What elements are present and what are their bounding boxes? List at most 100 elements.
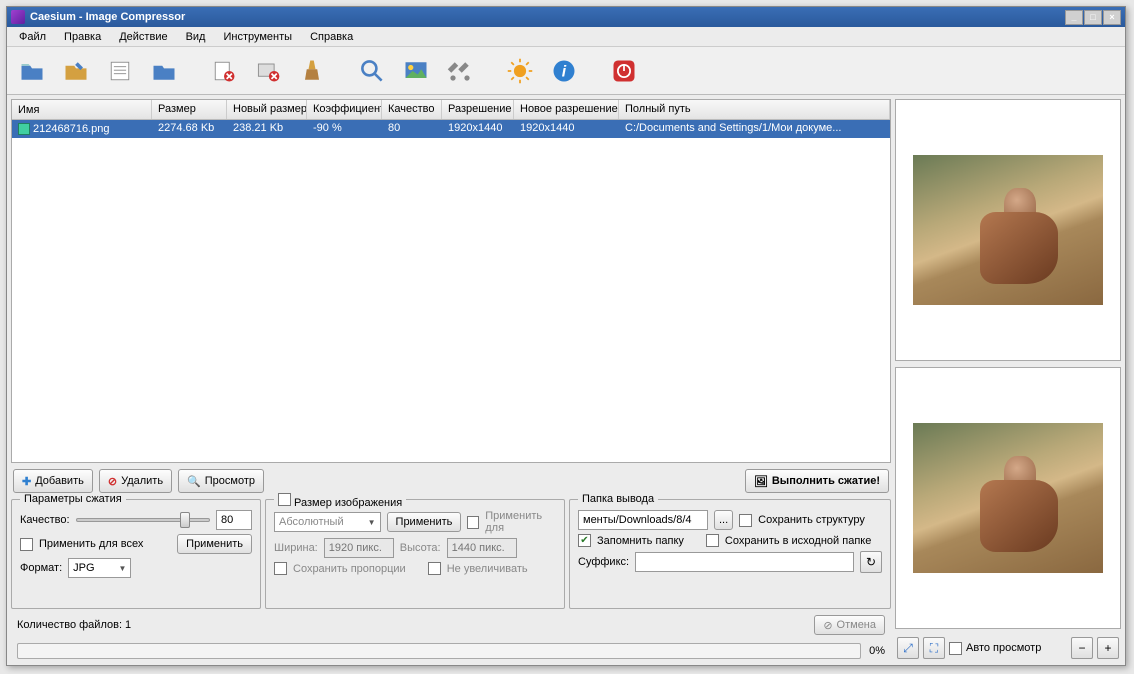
apply-quality-button[interactable]: Применить (177, 534, 252, 554)
file-table: Имя Размер Новый размер Коэффициент Каче… (11, 99, 891, 463)
no-enlarge-label: Не увеличивать (447, 563, 528, 575)
app-icon (11, 10, 25, 24)
th-newsize[interactable]: Новый размер (227, 100, 307, 119)
clear-icon[interactable] (295, 54, 329, 88)
left-pane: Имя Размер Новый размер Коэффициент Каче… (11, 99, 891, 661)
keep-structure-checkbox[interactable] (739, 514, 752, 527)
main-content: Имя Размер Новый размер Коэффициент Каче… (7, 95, 1125, 665)
apply-all-checkbox[interactable] (20, 538, 33, 551)
compression-panel: Параметры сжатия Качество: Применить для… (11, 499, 261, 609)
svg-text:i: i (562, 63, 567, 80)
plus-icon: ✚ (22, 475, 31, 488)
apply-all-label: Применить для всех (39, 538, 143, 550)
menu-help[interactable]: Справка (302, 29, 361, 45)
folder-icon[interactable] (147, 54, 181, 88)
zoom-icon[interactable] (355, 54, 389, 88)
scale-mode-select[interactable]: Абсолютный (274, 512, 381, 532)
image-icon[interactable] (399, 54, 433, 88)
apply-size-button[interactable]: Применить (387, 512, 462, 532)
cell-name: 212468716.png (12, 120, 152, 138)
keep-ratio-checkbox[interactable] (274, 562, 287, 575)
th-ratio[interactable]: Коэффициент (307, 100, 382, 119)
compress-button[interactable]: 🖼Выполнить сжатие! (745, 469, 889, 493)
size-enable-checkbox[interactable] (278, 493, 291, 506)
settings-icon[interactable] (443, 54, 477, 88)
size-panel: Размер изображения Абсолютный Применить … (265, 499, 565, 609)
table-body[interactable]: 212468716.png 2274.68 Kb 238.21 Kb -90 %… (12, 120, 890, 462)
file-count-label: Количество файлов: 1 (17, 619, 131, 631)
apply-for-checkbox[interactable] (467, 516, 479, 529)
th-newres[interactable]: Новое разрешение (514, 100, 619, 119)
remove-list-icon[interactable] (251, 54, 285, 88)
menu-tools[interactable]: Инструменты (215, 29, 300, 45)
open-folder-icon[interactable] (59, 54, 93, 88)
cancel-icon: ⊘ (823, 619, 832, 632)
output-path-input[interactable] (578, 510, 708, 530)
progress-row: 0% (11, 641, 891, 661)
th-path[interactable]: Полный путь (619, 100, 890, 119)
remove-item-icon[interactable] (207, 54, 241, 88)
add-list-icon[interactable] (103, 54, 137, 88)
cell-ratio: -90 % (307, 120, 382, 138)
height-input[interactable] (447, 538, 517, 558)
cell-quality: 80 (382, 120, 442, 138)
menu-file[interactable]: Файл (11, 29, 54, 45)
remember-folder-label: Запомнить папку (597, 535, 684, 547)
actual-size-icon[interactable]: ⛶ (923, 637, 945, 659)
add-button[interactable]: ✚Добавить (13, 469, 93, 493)
save-source-checkbox[interactable] (706, 534, 719, 547)
suffix-reset-button[interactable]: ↻ (860, 551, 882, 573)
auto-preview-checkbox[interactable] (949, 642, 962, 655)
format-select[interactable]: JPG (68, 558, 131, 578)
open-file-icon[interactable] (15, 54, 49, 88)
close-button[interactable]: × (1103, 10, 1121, 25)
cell-path: C:/Documents and Settings/1/Мои докуме..… (619, 120, 890, 138)
status-row: Количество файлов: 1 ⊘Отмена (11, 613, 891, 637)
browse-button[interactable]: ... (714, 510, 733, 530)
preview-pane: ⤢ ⛶ Авто просмотр − + (895, 99, 1121, 661)
quality-label: Качество: (20, 514, 70, 526)
keep-ratio-label: Сохранить пропорции (293, 563, 406, 575)
preview-original (895, 99, 1121, 361)
th-size[interactable]: Размер (152, 100, 227, 119)
th-res[interactable]: Разрешение (442, 100, 514, 119)
quality-slider[interactable] (76, 518, 210, 522)
keep-structure-label: Сохранить структуру (758, 514, 865, 526)
preview-original-image (913, 155, 1103, 305)
width-input[interactable] (324, 538, 394, 558)
suffix-input[interactable] (635, 552, 854, 572)
preview-compressed-image (913, 423, 1103, 573)
output-panel-title: Папка вывода (578, 493, 658, 505)
menu-view[interactable]: Вид (178, 29, 214, 45)
remove-button[interactable]: ⊘Удалить (99, 469, 172, 493)
menubar: Файл Правка Действие Вид Инструменты Спр… (7, 27, 1125, 47)
no-enlarge-checkbox[interactable] (428, 562, 441, 575)
maximize-button[interactable]: □ (1084, 10, 1102, 25)
menu-action[interactable]: Действие (111, 29, 175, 45)
slider-thumb[interactable] (180, 512, 190, 528)
progress-label: 0% (869, 645, 885, 657)
remember-folder-checkbox[interactable]: ✔ (578, 534, 591, 547)
cancel-button[interactable]: ⊘Отмена (814, 615, 885, 635)
info-icon[interactable]: i (547, 54, 581, 88)
th-quality[interactable]: Качество (382, 100, 442, 119)
zoom-in-icon[interactable]: + (1097, 637, 1119, 659)
quality-input[interactable] (216, 510, 252, 530)
fit-screen-icon[interactable]: ⤢ (897, 637, 919, 659)
titlebar: Caesium - Image Compressor _ □ × (7, 7, 1125, 27)
table-header: Имя Размер Новый размер Коэффициент Каче… (12, 100, 890, 120)
sun-icon[interactable] (503, 54, 537, 88)
minimize-button[interactable]: _ (1065, 10, 1083, 25)
th-name[interactable]: Имя (12, 100, 152, 119)
table-row[interactable]: 212468716.png 2274.68 Kb 238.21 Kb -90 %… (12, 120, 890, 138)
preview-button[interactable]: 🔍Просмотр (178, 469, 264, 493)
compression-panel-title: Параметры сжатия (20, 493, 126, 505)
preview-compressed (895, 367, 1121, 629)
action-row: ✚Добавить ⊘Удалить 🔍Просмотр 🖼Выполнить … (11, 467, 891, 495)
compress-icon: 🖼 (754, 475, 768, 488)
preview-controls: ⤢ ⛶ Авто просмотр − + (895, 635, 1121, 661)
output-panel: Папка вывода ... Сохранить структуру ✔ З… (569, 499, 891, 609)
zoom-out-icon[interactable]: − (1071, 637, 1093, 659)
power-icon[interactable] (607, 54, 641, 88)
menu-edit[interactable]: Правка (56, 29, 109, 45)
